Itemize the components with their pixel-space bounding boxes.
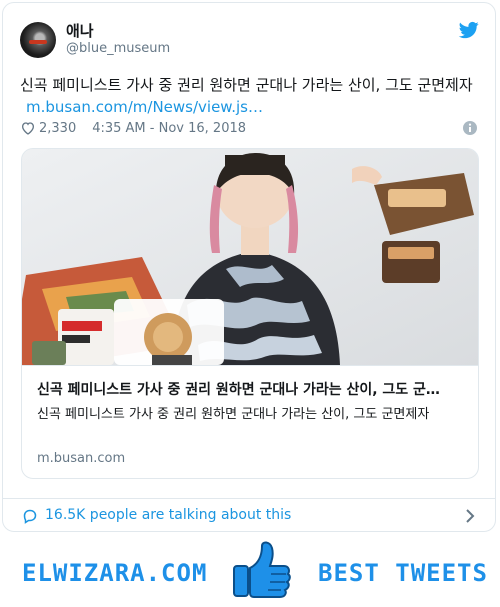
chevron-right-icon[interactable] bbox=[463, 508, 477, 524]
tweet-text: 신곡 페미니스트 가사 중 권리 원하면 군대나 가라는 산이, 그도 군면제자… bbox=[20, 74, 480, 118]
preview-photo bbox=[22, 149, 478, 365]
link-preview-card[interactable]: 신곡 페미니스트 가사 중 권리 원하면 군대나 가라는 산이, 그도 군… 신… bbox=[21, 148, 479, 479]
branding-footer: ELWIZARA.COM BEST TWEETS bbox=[0, 535, 500, 607]
twitter-bird-icon[interactable] bbox=[458, 20, 480, 40]
speech-bubble-icon bbox=[23, 509, 37, 524]
link-description: 신곡 페미니스트 가사 중 권리 원하면 군대나 가라는 산이, 그도 군면제자 bbox=[37, 407, 430, 422]
timestamp[interactable]: 4:35 AM - Nov 16, 2018 bbox=[92, 121, 246, 136]
tweet-link[interactable]: m.busan.com/m/News/view.js… bbox=[26, 98, 263, 116]
talking-count[interactable]: 16.5K people are talking about this bbox=[45, 507, 291, 523]
link-title[interactable]: 신곡 페미니스트 가사 중 권리 원하면 군대나 가라는 산이, 그도 군… bbox=[37, 379, 463, 399]
info-icon[interactable] bbox=[462, 120, 478, 136]
brand-left-text: ELWIZARA.COM bbox=[22, 559, 208, 587]
user-handle[interactable]: @blue_museum bbox=[66, 41, 170, 56]
heart-icon[interactable] bbox=[20, 120, 36, 136]
tweet-meta: 2,330 4:35 AM - Nov 16, 2018 bbox=[20, 119, 246, 137]
brand-right-text: BEST TWEETS bbox=[318, 559, 488, 587]
thumbs-up-icon bbox=[233, 541, 291, 598]
conversation-row[interactable]: 16.5K people are talking about this bbox=[2, 498, 496, 532]
display-name[interactable]: 애나 bbox=[66, 20, 94, 41]
avatar[interactable] bbox=[20, 22, 56, 58]
like-count[interactable]: 2,330 bbox=[39, 121, 76, 136]
link-preview-image[interactable] bbox=[22, 149, 478, 365]
link-domain: m.busan.com bbox=[37, 451, 126, 466]
tweet-body: 신곡 페미니스트 가사 중 권리 원하면 군대나 가라는 산이, 그도 군면제자 bbox=[20, 76, 473, 94]
link-preview-body[interactable]: 신곡 페미니스트 가사 중 권리 원하면 군대나 가라는 산이, 그도 군… 신… bbox=[22, 365, 478, 478]
